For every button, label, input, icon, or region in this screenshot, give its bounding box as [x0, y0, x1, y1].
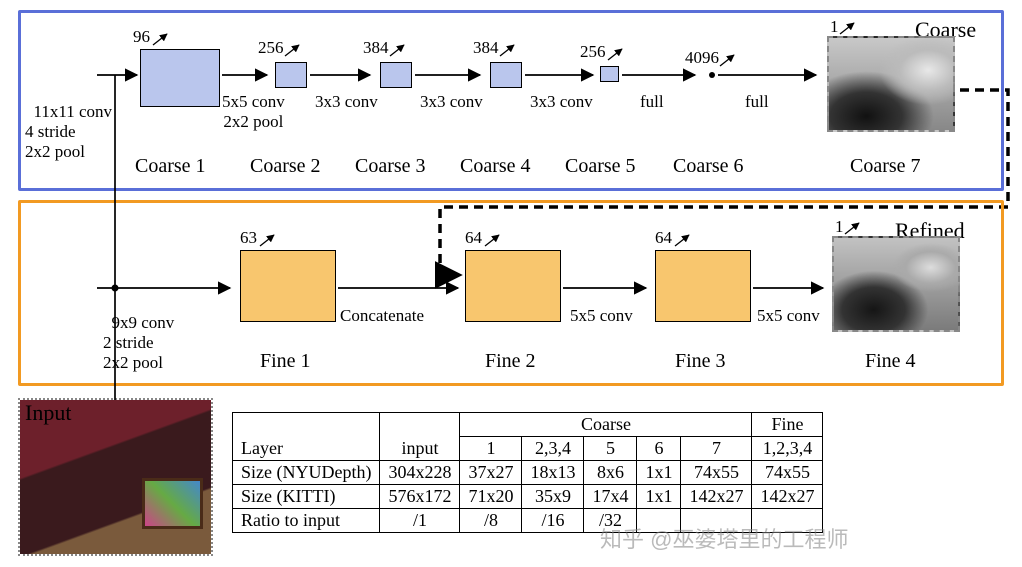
table-row: Layer input Coarse Fine [233, 413, 823, 437]
ch-fine-4: 1 [835, 217, 844, 237]
block-fine-2 [465, 250, 561, 322]
label-fine-1: Fine 1 [260, 350, 311, 373]
watermark: 知乎 @巫婆塔里的工程师 [600, 522, 848, 554]
arrow-f3-f4 [753, 283, 828, 293]
op-fine-1: Concatenate [340, 306, 424, 326]
ch-fine-3: 64 [655, 228, 672, 248]
label-fine-2: Fine 2 [485, 350, 536, 373]
ch-fine-1: 63 [240, 228, 257, 248]
label-fine-3: Fine 3 [675, 350, 726, 373]
table-row: Size (KITTI) 576x17271x2035x917x41x1142x… [233, 485, 823, 509]
sizes-table: Layer input Coarse Fine 12,3,45671,2,3,4… [232, 412, 823, 533]
block-fine-3 [655, 250, 751, 322]
arrow-f1-f2 [338, 283, 466, 293]
arrow-f2-f3 [563, 283, 653, 293]
table-row: Size (NYUDepth) 304x22837x2718x138x61x17… [233, 461, 823, 485]
fine-output-depth [832, 236, 960, 332]
block-fine-1 [240, 250, 336, 322]
input-feed-line [0, 0, 220, 430]
ch-fine-2: 64 [465, 228, 482, 248]
op-fine-3: 5x5 conv [757, 306, 820, 326]
op-fine-2: 5x5 conv [570, 306, 633, 326]
label-fine-4: Fine 4 [865, 350, 916, 373]
